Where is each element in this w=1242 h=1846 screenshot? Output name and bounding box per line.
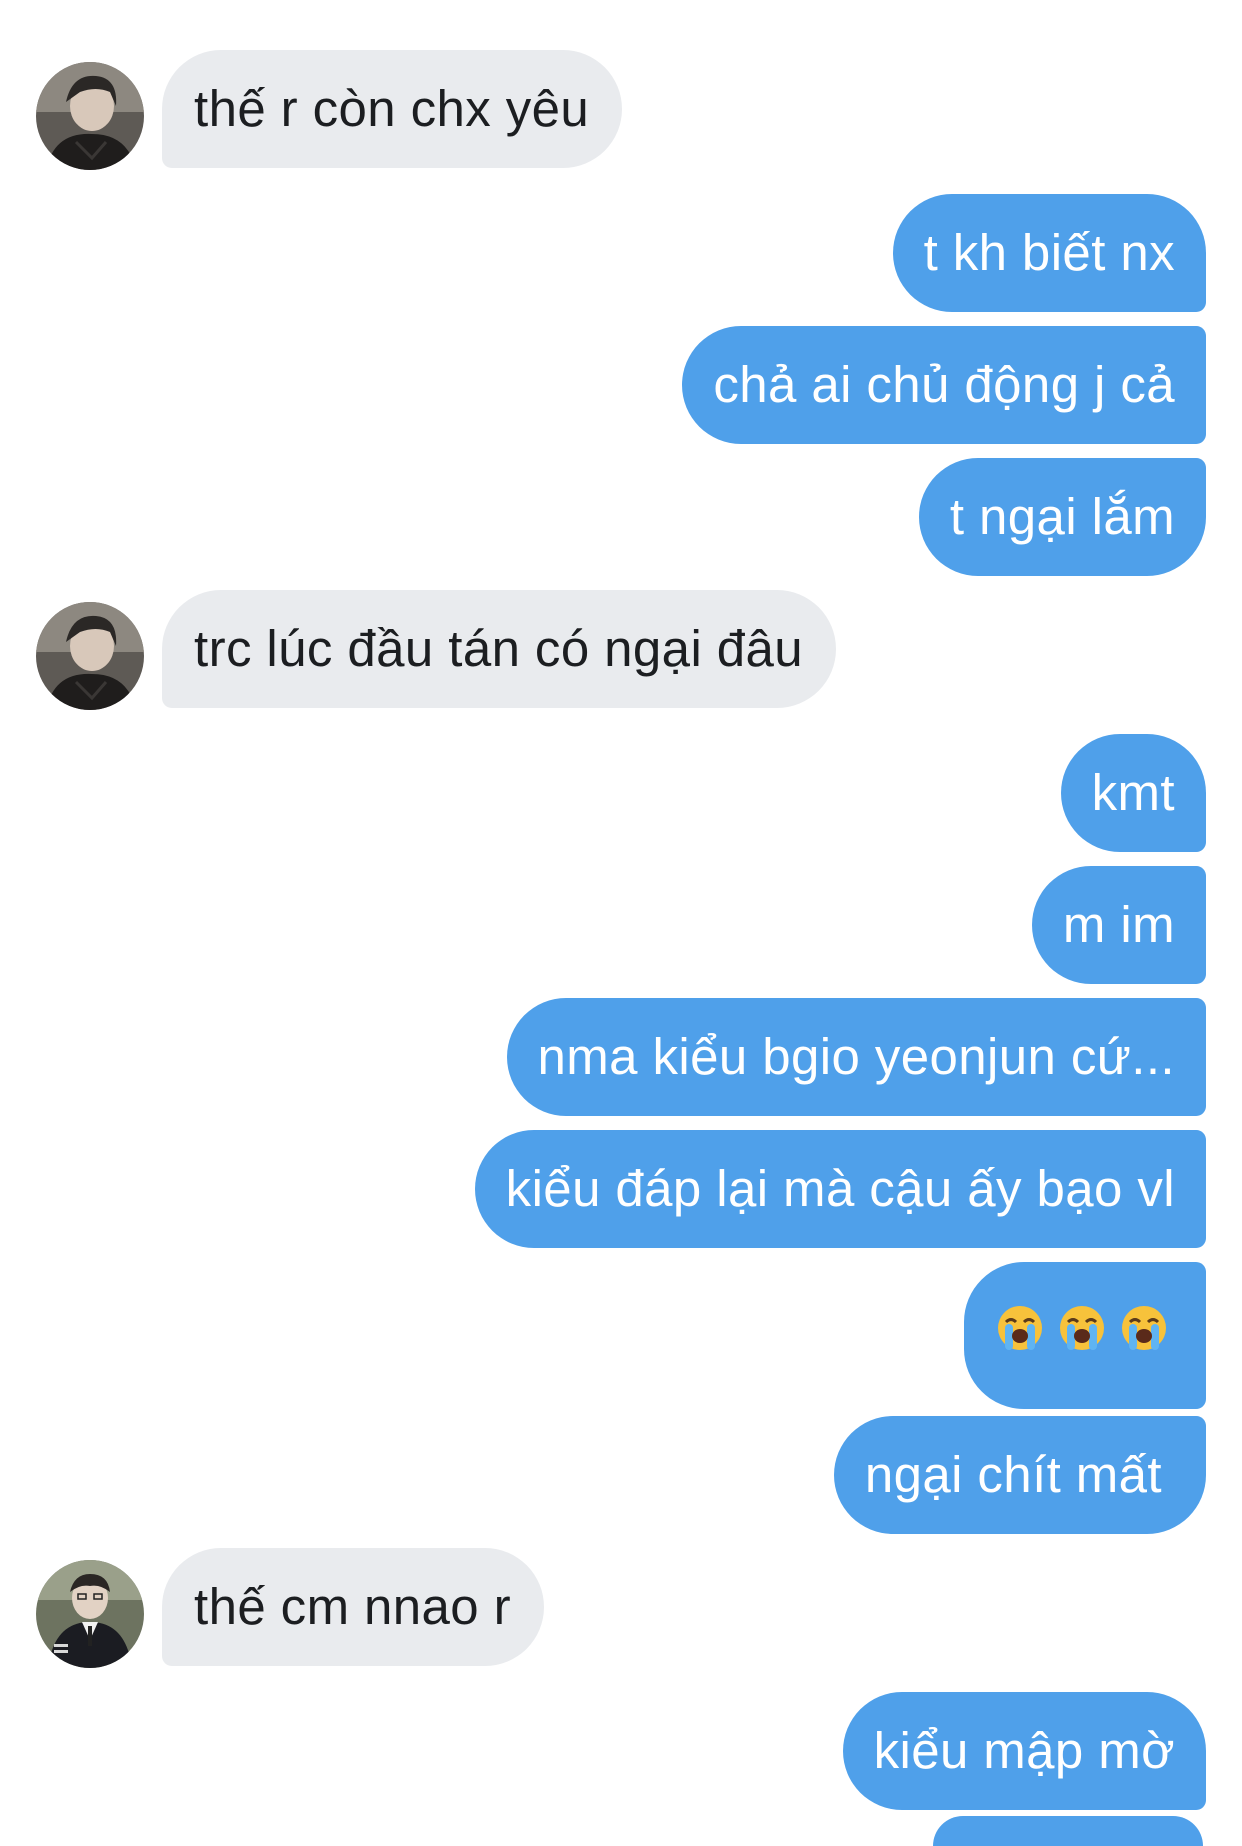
loudly-crying-face-icon <box>1058 1304 1106 1352</box>
message-bubble[interactable]: kiểu mập mờ <box>842 1692 1206 1810</box>
message-bubble[interactable]: thế r còn chx yêu <box>162 50 623 168</box>
message-bubble-partial <box>933 1816 1203 1846</box>
message-bubble[interactable]: chả ai chủ động j cả <box>682 326 1206 444</box>
message-bubble[interactable]: t ngại lắm <box>918 458 1206 576</box>
chat-thread[interactable]: thế r còn chx yêu t kh biết nx chả ai ch… <box>0 0 1242 1846</box>
message-bubble[interactable]: nma kiểu bgio yeonjun cứ... <box>506 998 1206 1116</box>
message-bubble[interactable]: thế cm nnao r <box>162 1548 545 1666</box>
message-bubble[interactable]: trc lúc đầu tán có ngại đâu <box>162 590 837 708</box>
emoji-message-bubble[interactable] <box>964 1262 1206 1409</box>
loudly-crying-face-icon <box>996 1304 1044 1352</box>
message-bubble[interactable]: ngại chít mất <box>833 1416 1206 1534</box>
avatar[interactable] <box>36 62 144 170</box>
avatar[interactable] <box>36 602 144 710</box>
message-bubble[interactable]: kmt <box>1060 734 1206 852</box>
message-bubble[interactable]: kiểu đáp lại mà cậu ấy bạo vl <box>474 1130 1206 1248</box>
avatar[interactable] <box>36 1560 144 1668</box>
message-bubble[interactable]: t kh biết nx <box>892 194 1206 312</box>
message-bubble[interactable]: m im <box>1031 866 1206 984</box>
loudly-crying-face-icon <box>1120 1304 1168 1352</box>
